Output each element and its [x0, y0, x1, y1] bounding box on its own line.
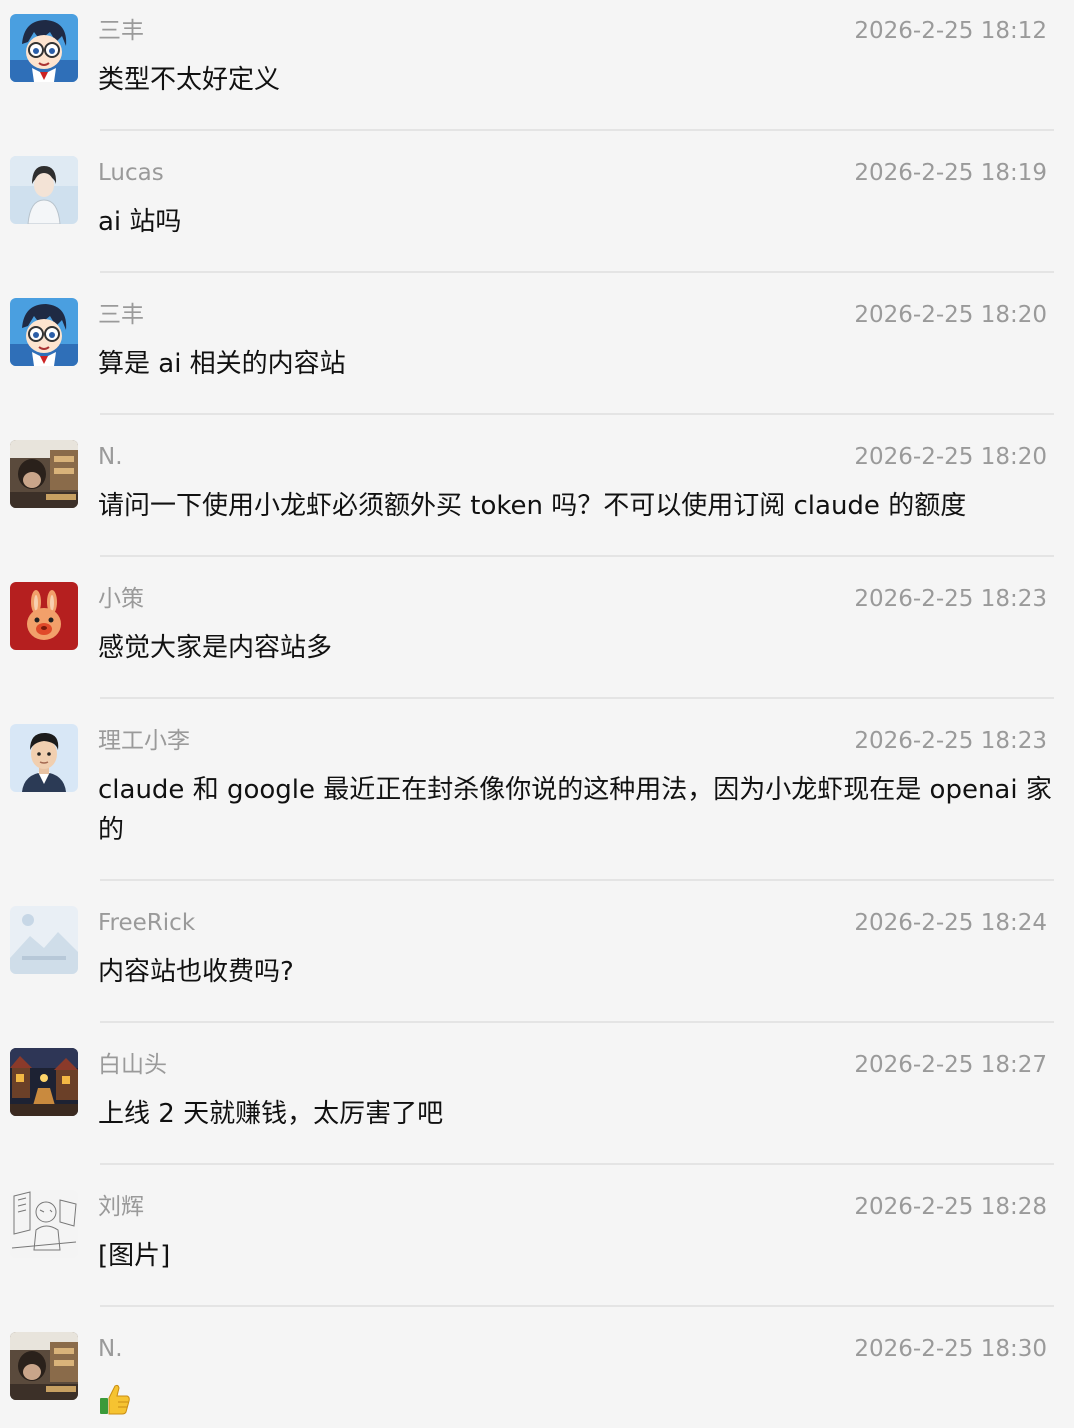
- avatar[interactable]: [10, 298, 78, 366]
- cafe-photo-icon: [10, 440, 78, 508]
- divider: [100, 271, 1054, 273]
- sender-name[interactable]: 刘辉: [98, 1192, 144, 1222]
- divider: [100, 879, 1054, 881]
- line-sketch-icon: [10, 1190, 78, 1258]
- avatar[interactable]: [10, 14, 78, 82]
- timestamp: 2026-2-25 18:12: [854, 18, 1047, 44]
- placeholder-image-icon: [10, 906, 78, 974]
- message-text[interactable]: [图片]: [98, 1236, 1056, 1276]
- message-text: 请问一下使用小龙虾必须额外买 token 吗？不可以使用订阅 claude 的额…: [98, 491, 967, 521]
- timestamp: 2026-2-25 18:20: [854, 444, 1047, 470]
- avatar[interactable]: [10, 582, 78, 650]
- sketch-person-icon: [10, 156, 78, 224]
- sender-name[interactable]: FreeRick: [98, 908, 195, 938]
- message-text: 感觉大家是内容站多: [98, 633, 333, 663]
- anime-glasses-boy-icon: [10, 298, 78, 366]
- avatar[interactable]: [10, 1332, 78, 1400]
- divider: [100, 129, 1054, 131]
- cafe-photo-icon: [10, 1332, 78, 1400]
- avatar[interactable]: [10, 1048, 78, 1116]
- sender-name[interactable]: 白山头: [98, 1050, 167, 1080]
- message-text: 算是 ai 相关的内容站: [98, 349, 346, 379]
- divider: [100, 555, 1054, 557]
- divider: [100, 1163, 1054, 1165]
- sender-name[interactable]: 理工小李: [98, 726, 190, 756]
- sender-name[interactable]: 三丰: [98, 300, 144, 330]
- divider: [100, 1021, 1054, 1023]
- message-text: 内容站也收费吗?: [98, 957, 294, 987]
- rabbit-cartoon-icon: [10, 582, 78, 650]
- message-text: 类型不太好定义: [98, 65, 281, 95]
- divider: [100, 1305, 1054, 1307]
- 3d-man-icon: [10, 724, 78, 792]
- timestamp: 2026-2-25 18:30: [854, 1336, 1047, 1362]
- sender-name[interactable]: Lucas: [98, 158, 164, 188]
- divider: [100, 697, 1054, 699]
- anime-glasses-boy-icon: [10, 14, 78, 82]
- message-text: ai 站吗: [98, 207, 182, 237]
- timestamp: 2026-2-25 18:23: [854, 728, 1047, 754]
- avatar[interactable]: [10, 440, 78, 508]
- timestamp: 2026-2-25 18:23: [854, 586, 1047, 612]
- thumbs-up-icon: [98, 1382, 132, 1416]
- message-text: claude 和 google 最近正在封杀像你说的这种用法，因为小龙虾现在是 …: [98, 775, 1052, 845]
- sender-name[interactable]: 三丰: [98, 16, 144, 46]
- avatar[interactable]: [10, 156, 78, 224]
- sender-name[interactable]: N.: [98, 1334, 123, 1364]
- divider: [100, 413, 1054, 415]
- chat-message-list: 三丰 2026-2-25 18:12 类型不太好定义 Lucas 2026-2-…: [0, 0, 1074, 1428]
- timestamp: 2026-2-25 18:24: [854, 910, 1047, 936]
- avatar[interactable]: [10, 724, 78, 792]
- message-text: 上线 2 天就赚钱，太厉害了吧: [98, 1099, 444, 1129]
- sender-name[interactable]: 小策: [98, 584, 144, 614]
- timestamp: 2026-2-25 18:19: [854, 160, 1047, 186]
- avatar[interactable]: [10, 1190, 78, 1258]
- avatar[interactable]: [10, 906, 78, 974]
- timestamp: 2026-2-25 18:27: [854, 1052, 1047, 1078]
- message-text: [98, 1378, 1056, 1418]
- sender-name[interactable]: N.: [98, 442, 123, 472]
- painting-street-icon: [10, 1048, 78, 1116]
- timestamp: 2026-2-25 18:28: [854, 1194, 1047, 1220]
- timestamp: 2026-2-25 18:20: [854, 302, 1047, 328]
